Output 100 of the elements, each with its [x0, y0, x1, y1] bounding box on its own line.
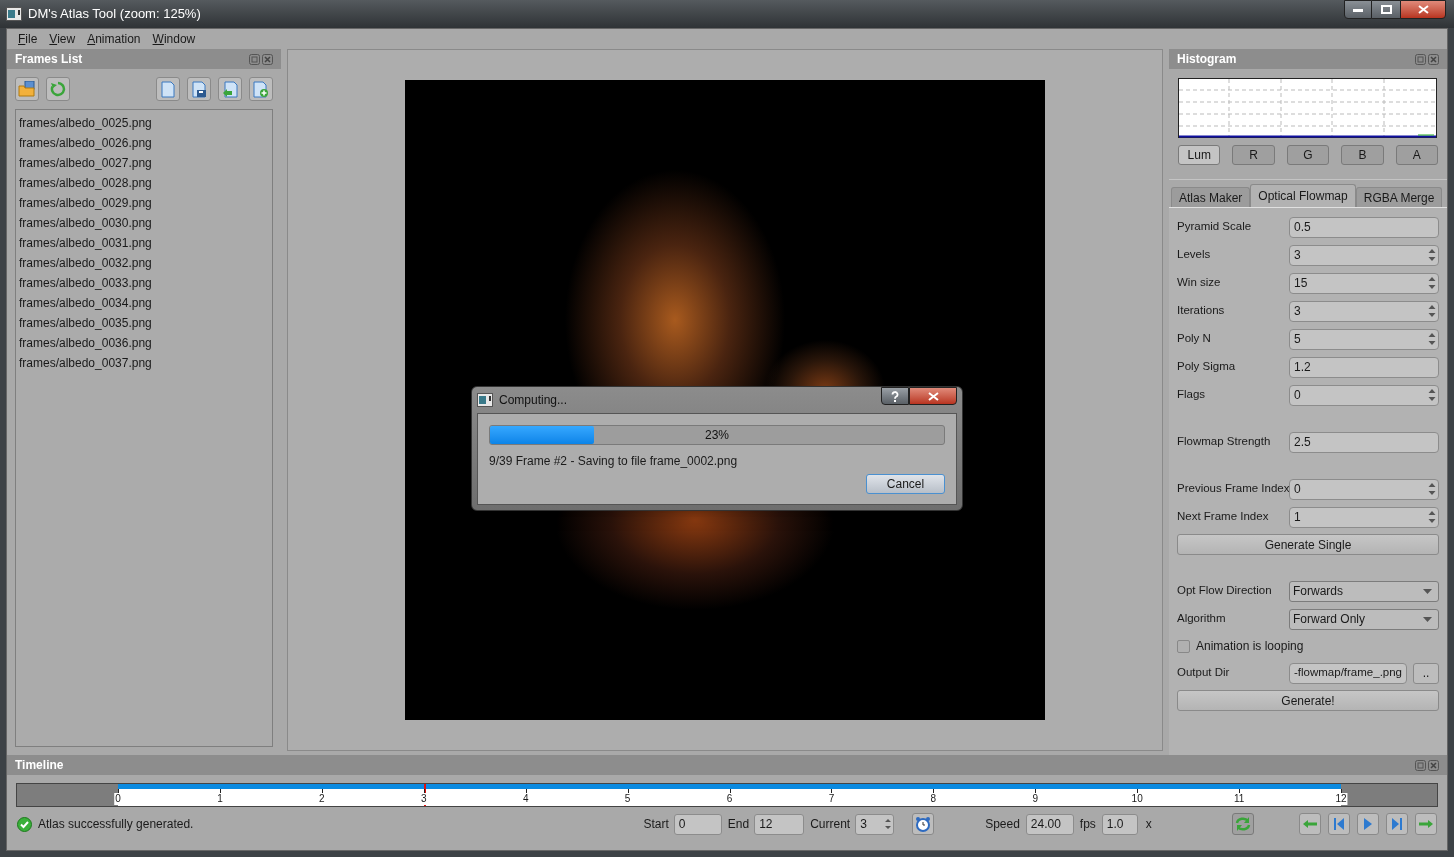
spin-arrows-icon[interactable]	[1426, 331, 1438, 347]
multiplier-field[interactable]: 1.0	[1101, 813, 1138, 835]
field-value: 1	[1294, 509, 1302, 526]
spin-arrows-icon[interactable]	[883, 817, 894, 831]
browse-button[interactable]: ..	[1413, 662, 1439, 684]
spin-arrows-icon[interactable]	[1426, 509, 1438, 525]
text-field[interactable]: 0.5	[1289, 216, 1439, 238]
maximize-button[interactable]	[1372, 0, 1400, 19]
loop-button[interactable]	[1231, 813, 1254, 835]
dropdown[interactable]: Forwards	[1289, 580, 1439, 602]
timeline-track[interactable]: 0 1 2 3 4 5 6 7 8 9 10 11 12	[16, 783, 1438, 807]
text-field[interactable]: 1.2	[1289, 356, 1439, 378]
field-value: 1.2	[1294, 359, 1312, 376]
help-button[interactable]	[881, 387, 909, 405]
menu-item[interactable]: Animation	[81, 30, 147, 48]
new-document-button[interactable]	[156, 77, 180, 101]
spin-arrows-icon[interactable]	[1426, 303, 1438, 319]
spinbox[interactable]: 5	[1289, 328, 1439, 350]
menu-item[interactable]: Window	[146, 30, 202, 48]
list-item[interactable]: frames/albedo_0032.png	[16, 253, 155, 273]
end-field[interactable]: 12	[754, 813, 805, 835]
file-path-field[interactable]: -flowmap/frame_.png	[1289, 662, 1407, 684]
checkbox[interactable]	[1177, 639, 1190, 653]
list-item[interactable]: frames/albedo_0034.png	[16, 293, 155, 313]
play-icon	[1363, 817, 1373, 831]
tick-label: 0	[114, 793, 122, 805]
action-button[interactable]: Generate!	[1177, 690, 1439, 711]
spinbox[interactable]: 0	[1289, 384, 1439, 406]
minimize-button[interactable]	[1344, 0, 1372, 19]
speed-value: 24.00	[1030, 816, 1061, 833]
field-value: 0	[1294, 481, 1302, 498]
timer-button[interactable]	[912, 813, 935, 835]
panel-title: Frames List	[15, 51, 83, 68]
tick-label: 8	[929, 793, 938, 805]
spin-arrows-icon[interactable]	[1426, 247, 1438, 263]
list-item[interactable]: frames/albedo_0029.png	[16, 193, 155, 213]
speed-field[interactable]: 24.00	[1025, 813, 1074, 835]
dropdown[interactable]: Forward Only	[1289, 608, 1439, 630]
spinbox[interactable]: 15	[1289, 272, 1439, 294]
list-item[interactable]: frames/albedo_0037.png	[16, 353, 155, 373]
field-value: 0.5	[1294, 219, 1312, 236]
tab[interactable]: RGBA Merge	[1355, 187, 1443, 207]
skip-back-icon	[1333, 817, 1345, 831]
open-folder-button[interactable]	[15, 77, 39, 101]
close-icon[interactable]	[1428, 759, 1439, 771]
list-item[interactable]: frames/albedo_0036.png	[16, 333, 155, 353]
import-button[interactable]	[218, 77, 242, 101]
float-icon[interactable]	[1415, 759, 1426, 771]
field-label: Flags	[1177, 387, 1207, 403]
action-button[interactable]: Generate Single	[1177, 534, 1439, 555]
start-field[interactable]: 0	[673, 813, 722, 835]
spinbox[interactable]: 3	[1289, 244, 1439, 266]
tick-label: 5	[623, 793, 632, 805]
spin-arrows-icon[interactable]	[1426, 481, 1438, 497]
list-item[interactable]: frames/albedo_0026.png	[16, 133, 155, 153]
list-item[interactable]: frames/albedo_0028.png	[16, 173, 155, 193]
list-item[interactable]: frames/albedo_0030.png	[16, 213, 155, 233]
tick-label: 2	[318, 793, 326, 805]
spinbox[interactable]: 1	[1289, 506, 1439, 528]
play-button[interactable]	[1357, 813, 1379, 835]
spin-arrows-icon[interactable]	[1426, 275, 1438, 291]
float-icon[interactable]	[249, 53, 260, 65]
channel-button[interactable]: B	[1341, 145, 1384, 165]
list-item[interactable]: frames/albedo_0027.png	[16, 153, 155, 173]
field-value: 0	[1294, 387, 1302, 404]
list-item[interactable]: frames/albedo_0031.png	[16, 233, 155, 253]
refresh-button[interactable]	[46, 77, 70, 101]
first-frame-button[interactable]	[1328, 813, 1350, 835]
float-icon[interactable]	[1415, 53, 1426, 65]
close-button[interactable]	[1400, 0, 1446, 19]
skip-forward-icon	[1391, 817, 1403, 831]
menu-item[interactable]: View	[43, 30, 82, 48]
channel-button[interactable]: G	[1286, 145, 1330, 165]
spin-arrows-icon[interactable]	[1426, 387, 1438, 403]
field-label: Output Dir	[1177, 665, 1231, 681]
spinbox[interactable]: 3	[1289, 300, 1439, 322]
tick-label: 9	[1031, 793, 1040, 805]
menu-item[interactable]: File	[12, 30, 44, 48]
channel-button[interactable]: R	[1232, 145, 1275, 165]
next-button[interactable]	[1415, 813, 1437, 835]
channel-button[interactable]: A	[1395, 145, 1439, 165]
list-item[interactable]: frames/albedo_0033.png	[16, 273, 155, 293]
tab[interactable]: Atlas Maker	[1171, 187, 1251, 207]
save-button[interactable]	[187, 77, 211, 101]
add-document-button[interactable]	[249, 77, 273, 101]
last-frame-button[interactable]	[1386, 813, 1408, 835]
spinbox[interactable]: 0	[1289, 478, 1439, 500]
previous-button[interactable]	[1299, 813, 1321, 835]
document-arrow-icon	[222, 80, 238, 98]
text-field[interactable]: 2.5	[1289, 431, 1439, 453]
current-spinbox[interactable]: 3	[855, 813, 895, 835]
tab[interactable]: Optical Flowmap	[1250, 184, 1356, 207]
close-button[interactable]	[909, 387, 957, 405]
close-icon[interactable]	[262, 53, 273, 65]
dialog-title: Computing...	[499, 392, 568, 409]
cancel-button[interactable]: Cancel	[866, 474, 945, 494]
channel-button[interactable]: Lum	[1178, 145, 1221, 165]
close-icon[interactable]	[1428, 53, 1439, 65]
list-item[interactable]: frames/albedo_0025.png	[16, 113, 155, 133]
list-item[interactable]: frames/albedo_0035.png	[16, 313, 155, 333]
